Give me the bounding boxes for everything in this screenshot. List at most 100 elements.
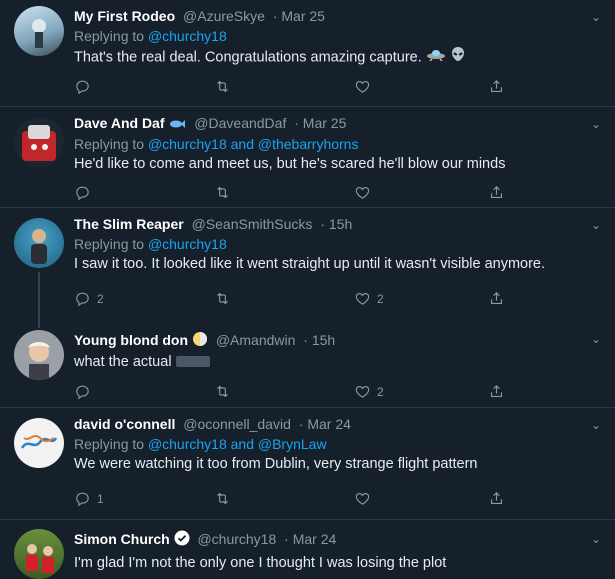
reply-button[interactable] (74, 383, 214, 400)
retweet-icon (214, 490, 231, 507)
share-icon (488, 383, 505, 400)
like-button[interactable]: 2 (354, 383, 488, 400)
share-button[interactable] (488, 78, 505, 95)
retweet-button[interactable] (214, 184, 354, 201)
reply-button[interactable] (74, 184, 214, 201)
tweet-text: That's the real deal. Congratulations am… (74, 46, 575, 69)
tweet-content: Young blond don @Amandwin · 15h what the… (74, 330, 575, 373)
share-button[interactable] (488, 290, 505, 307)
alien-icon (450, 46, 466, 69)
tweet-actions: 1 (74, 490, 514, 507)
avatar[interactable] (14, 117, 64, 167)
chevron-down-icon[interactable]: ⌄ (591, 10, 601, 24)
share-icon (488, 490, 505, 507)
display-name[interactable]: Young blond don (74, 332, 188, 348)
handle[interactable]: @Amandwin (216, 332, 296, 348)
tweet-2[interactable]: Dave And Daf @DaveandDaf · Mar 25 Replyi… (0, 107, 615, 208)
like-count: 2 (377, 291, 384, 306)
share-button[interactable] (488, 490, 505, 507)
avatar[interactable] (14, 418, 64, 468)
avatar[interactable] (14, 330, 64, 380)
tweet-actions (74, 184, 514, 201)
replying-to: Replying to @churchy18 (74, 26, 575, 46)
replying-to: Replying to @churchy18 and @BrynLaw (74, 434, 575, 454)
display-name[interactable]: Dave And Daf (74, 115, 165, 131)
like-button[interactable] (354, 78, 488, 95)
handle[interactable]: @SeanSmithSucks (192, 216, 313, 232)
chevron-down-icon[interactable]: ⌄ (591, 332, 601, 346)
dot: · (284, 531, 289, 547)
thread-line (38, 272, 40, 318)
reply-icon (74, 184, 91, 201)
handle[interactable]: @AzureSkye (183, 8, 265, 24)
retweet-button[interactable] (214, 383, 354, 400)
like-button[interactable] (354, 490, 488, 507)
tweet-6[interactable]: Simon Church @churchy18 · Mar 24 I'm gla… (0, 520, 615, 579)
retweet-icon (214, 290, 231, 307)
mention-link[interactable]: @churchy18 (148, 28, 227, 44)
moon-icon (192, 331, 208, 352)
avatar[interactable] (14, 218, 64, 268)
dot: · (294, 115, 299, 131)
timestamp[interactable]: Mar 25 (303, 115, 347, 131)
share-icon (488, 290, 505, 307)
tweet-1[interactable]: My First Rodeo @AzureSkye · Mar 25 Reply… (0, 0, 615, 107)
tweet-content: Dave And Daf @DaveandDaf · Mar 25 Replyi… (74, 113, 575, 175)
reply-button[interactable] (74, 78, 214, 95)
tweet-content: My First Rodeo @AzureSkye · Mar 25 Reply… (74, 6, 575, 69)
retweet-button[interactable] (214, 490, 354, 507)
blurred-word (175, 356, 210, 368)
tweet-text-body: what the actual (74, 353, 172, 370)
share-button[interactable] (488, 383, 505, 400)
tweet-5[interactable]: david o'connell @oconnell_david · Mar 24… (0, 408, 615, 520)
mention-link[interactable]: @churchy18 and @BrynLaw (148, 436, 327, 452)
like-count: 2 (377, 384, 384, 399)
mention-link[interactable]: @churchy18 (148, 236, 227, 252)
timestamp[interactable]: Mar 25 (281, 8, 325, 24)
chevron-down-icon[interactable]: ⌄ (591, 418, 601, 432)
chevron-down-icon[interactable]: ⌄ (591, 218, 601, 232)
chevron-down-icon[interactable]: ⌄ (591, 532, 601, 546)
reply-button[interactable]: 2 (74, 290, 214, 307)
handle[interactable]: @oconnell_david (183, 416, 291, 432)
heart-icon (354, 490, 371, 507)
share-button[interactable] (488, 184, 505, 201)
display-name[interactable]: david o'connell (74, 416, 175, 432)
tweet-text: We were watching it too from Dublin, ver… (74, 456, 478, 472)
avatar[interactable] (14, 529, 64, 579)
reply-icon (74, 78, 91, 95)
tweet-text-body: That's the real deal. Congratulations am… (74, 49, 422, 66)
handle[interactable]: @DaveandDaf (194, 115, 286, 131)
timestamp[interactable]: Mar 24 (307, 416, 351, 432)
tweet-4[interactable]: Young blond don @Amandwin · 15h what the… (0, 318, 615, 408)
display-name[interactable]: The Slim Reaper (74, 216, 184, 232)
replying-prefix: Replying to (74, 136, 145, 153)
mention-link[interactable]: @churchy18 and @thebarryhorns (148, 136, 359, 152)
timestamp[interactable]: 15h (329, 216, 352, 232)
handle[interactable]: @churchy18 (197, 531, 276, 547)
avatar[interactable] (14, 6, 64, 56)
tweet-text: I saw it too. It looked like it went str… (74, 256, 546, 272)
chevron-down-icon[interactable]: ⌄ (591, 117, 601, 131)
display-name[interactable]: My First Rodeo (74, 8, 175, 24)
tweet-content: Simon Church @churchy18 · Mar 24 I'm gla… (74, 529, 575, 574)
tweet-3[interactable]: The Slim Reaper @SeanSmithSucks · 15h Re… (0, 208, 615, 318)
like-button[interactable]: 2 (354, 290, 488, 307)
tweet-text: He'd like to come and meet us, but he's … (74, 156, 506, 173)
retweet-button[interactable] (214, 78, 354, 95)
heart-icon (354, 184, 371, 201)
like-button[interactable] (354, 184, 488, 201)
tweet-content: david o'connell @oconnell_david · Mar 24… (74, 414, 575, 475)
replying-prefix: Replying to (74, 28, 145, 44)
reply-button[interactable]: 1 (74, 490, 214, 507)
dot: · (272, 8, 278, 24)
timestamp[interactable]: Mar 24 (293, 531, 337, 547)
display-name[interactable]: Simon Church (74, 531, 170, 547)
reply-icon (74, 490, 91, 507)
replying-prefix: Replying to (74, 236, 145, 252)
reply-count: 2 (97, 291, 104, 306)
retweet-button[interactable] (214, 290, 354, 307)
verified-badge-icon (174, 530, 190, 551)
heart-icon (354, 290, 371, 307)
timestamp[interactable]: 15h (312, 332, 335, 348)
